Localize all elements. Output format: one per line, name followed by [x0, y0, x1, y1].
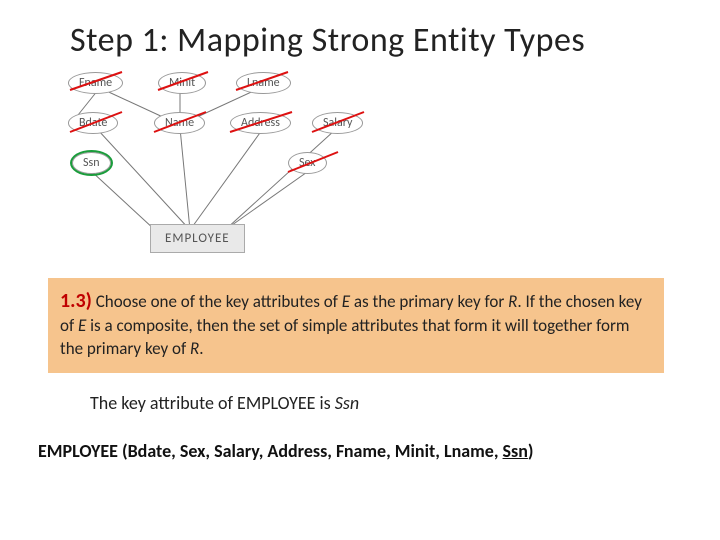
key-note: The key attribute of EMPLOYEE is Ssn [90, 392, 359, 414]
schema-key: Ssn [503, 440, 528, 462]
attr-bdate: Bdate [68, 112, 118, 134]
rule-number: 1.3) [60, 289, 92, 313]
rule-box: 1.3) Choose one of the key attributes of… [48, 278, 664, 373]
attr-ssn: Ssn [72, 152, 111, 174]
attr-fname: Fname [68, 72, 123, 94]
entity-employee: EMPLOYEE [150, 224, 245, 253]
rule-E1: E [342, 291, 350, 312]
rule-R2: R [190, 338, 199, 359]
page-title: Step 1: Mapping Strong Entity Types [70, 20, 585, 61]
rule-text-e: . [199, 338, 203, 359]
attr-minit: Minit [158, 72, 206, 94]
key-note-attr: Ssn [335, 392, 359, 414]
rule-text-d: is a composite, then the set of simple a… [60, 315, 629, 359]
rule-text-a: Choose one of the key attributes of [92, 291, 342, 312]
rule-R1: R [508, 291, 517, 312]
rule-text-b: as the primary key for [350, 291, 508, 312]
attr-lname: Lname [236, 72, 291, 94]
schema-suffix: ) [528, 440, 534, 462]
relation-schema: EMPLOYEE (Bdate, Sex, Salary, Address, F… [38, 440, 534, 462]
attr-sex: Sex [288, 152, 327, 174]
attr-salary: Salary [312, 112, 363, 134]
key-note-prefix: The key attribute of EMPLOYEE is [90, 392, 335, 414]
attr-name: Name [154, 112, 205, 134]
attr-address: Address [230, 112, 291, 134]
schema-prefix: EMPLOYEE (Bdate, Sex, Salary, Address, F… [38, 440, 503, 462]
er-diagram: Fname Minit Lname Bdate Name Address Sal… [30, 70, 400, 260]
